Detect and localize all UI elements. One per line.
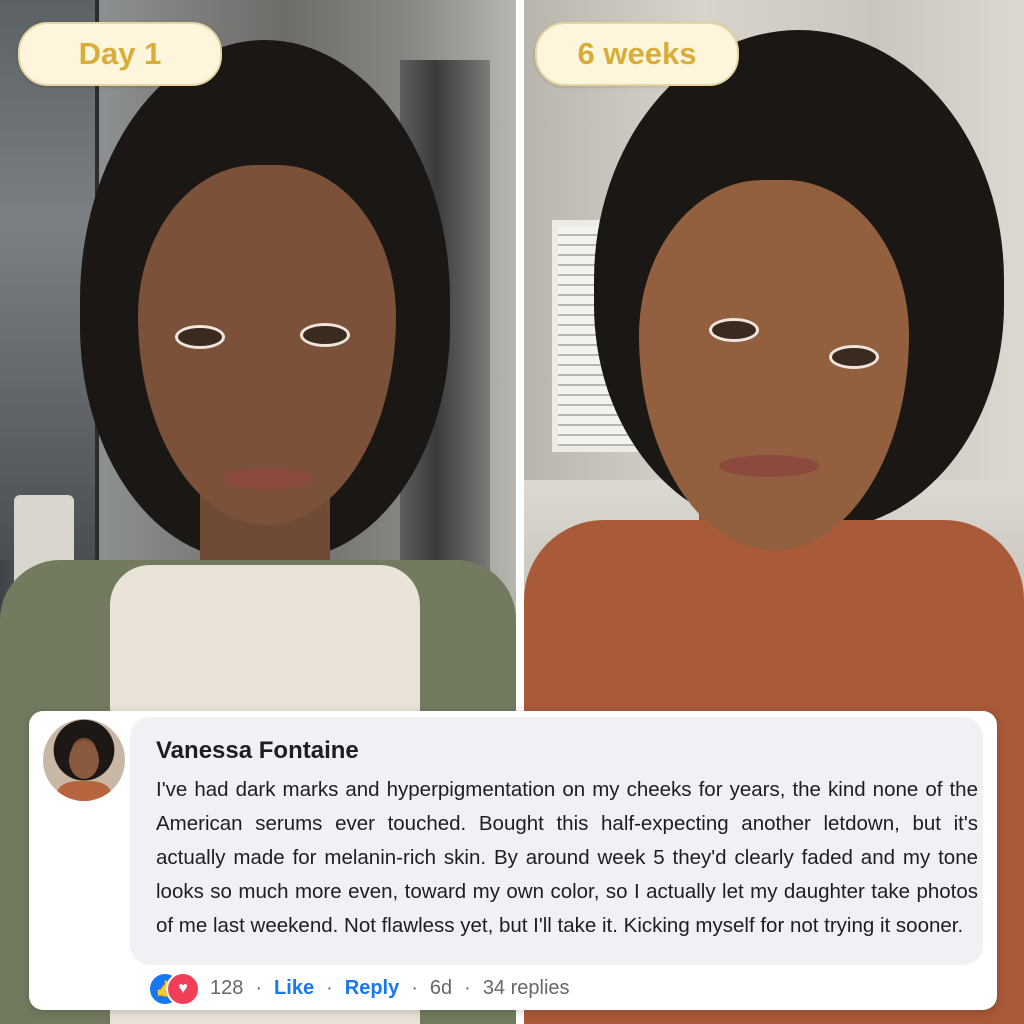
separator: · [464,976,471,999]
comment-card: Vanessa Fontaine I've had dark marks and… [29,711,997,1010]
label-day-1: Day 1 [18,22,222,86]
like-button[interactable]: Like [274,977,314,1000]
separator: · [411,976,418,999]
right-eye [829,345,879,369]
comment-text: I've had dark marks and hyperpigmentatio… [156,778,978,937]
avatar-shirt [57,781,111,801]
separator: · [255,976,263,999]
left-eye [709,318,759,342]
heart-icon: ♥ [166,972,200,1006]
label-6-weeks: 6 weeks [535,22,739,86]
reply-button[interactable]: Reply [345,977,399,1000]
smile [719,455,819,477]
right-eye [300,323,350,347]
comment-age[interactable]: 6d [430,977,452,1000]
separator: · [326,976,333,999]
reaction-count[interactable]: 128 [210,977,243,1000]
comment-author[interactable]: Vanessa Fontaine [156,737,359,765]
mouth [222,468,314,490]
avatar[interactable] [43,719,125,801]
avatar-face [69,741,99,779]
comment-footer: 👍 ♥ 128 · Like · Reply · 6d · 34 replies [148,971,570,1006]
left-eye [175,325,225,349]
comment-bubble: Vanessa Fontaine I've had dark marks and… [130,717,983,965]
replies-link[interactable]: 34 replies [483,977,570,1000]
reactions[interactable]: 👍 ♥ [148,972,200,1006]
